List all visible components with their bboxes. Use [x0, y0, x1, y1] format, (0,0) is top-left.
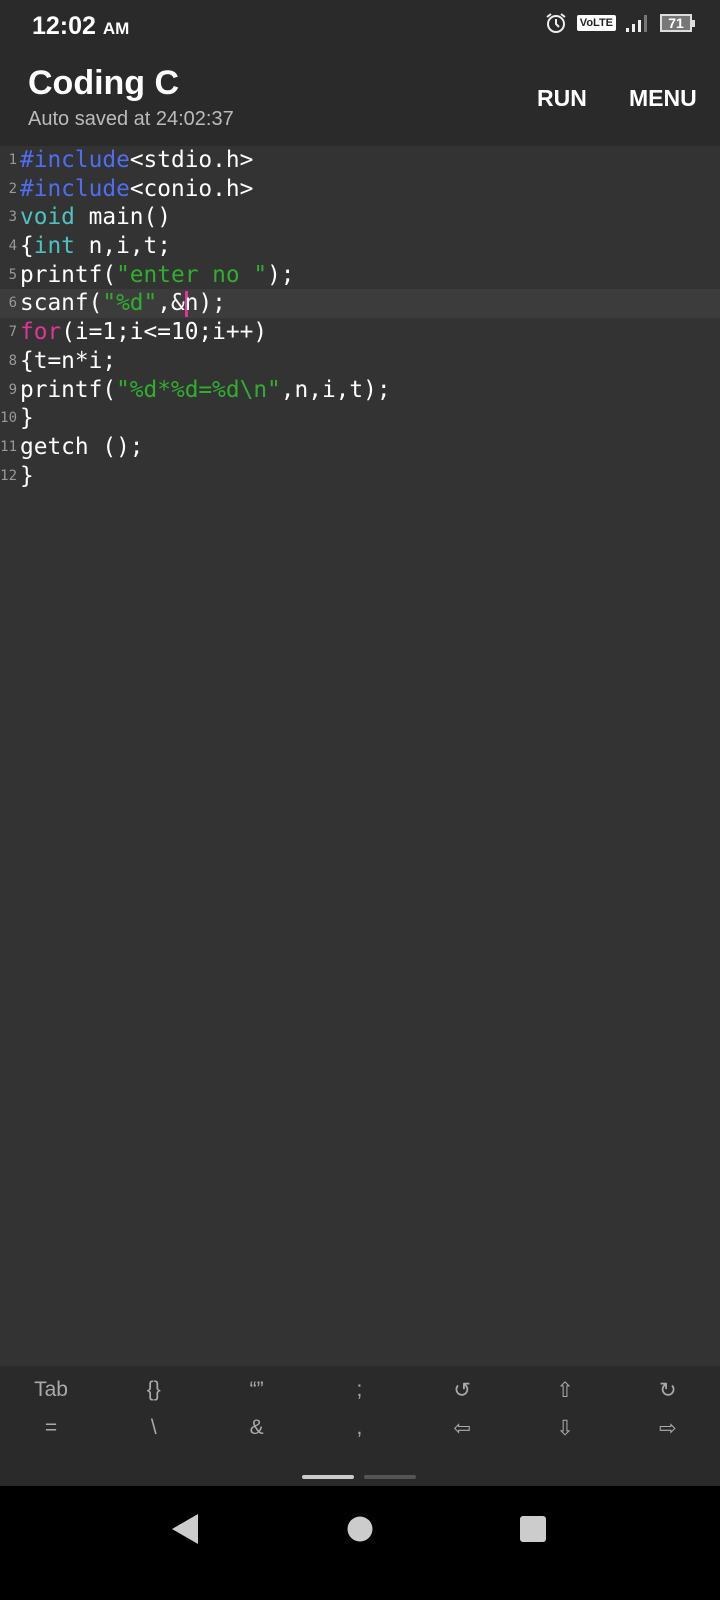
code-token-txt: ); — [267, 261, 295, 288]
code-line[interactable]: 10} — [0, 404, 720, 433]
clock: 12:02 AM — [32, 12, 129, 41]
key-backslash[interactable]: \ — [103, 1416, 205, 1440]
code-line[interactable]: 11 getch (); — [0, 433, 720, 462]
code-editor[interactable]: 1 #include<stdio.h> 2 #include<conio.h> 3 voi… — [0, 146, 720, 1366]
code-line[interactable]: 9 printf("%d*%d=%d\n",n,i,t); — [0, 376, 720, 405]
code-token-txt: ,n,i,t); — [280, 376, 391, 403]
volte-badge: VoLTE — [576, 15, 616, 31]
key-equals[interactable]: = — [0, 1416, 102, 1440]
code-token-txt: printf( — [20, 261, 117, 288]
line-number: 4 — [8, 238, 17, 255]
code-line[interactable]: 4 {int n,i,t; — [0, 232, 720, 261]
code-token-txt: n,i,t; — [74, 233, 171, 260]
key-undo[interactable]: ↺ — [411, 1378, 513, 1403]
code-line[interactable]: 6 scanf("%d",&n); — [0, 289, 720, 319]
code-line[interactable]: 12} — [0, 462, 720, 491]
code-token-txt: <stdio.h> — [129, 147, 254, 173]
code-token-txt: <conio.h> — [129, 175, 254, 202]
run-button[interactable]: RUN — [537, 85, 587, 112]
code-token-ctl: for — [20, 319, 62, 346]
code-token-txt: { — [20, 233, 34, 260]
line-number: 9 — [8, 381, 17, 398]
recents-icon[interactable] — [520, 1516, 546, 1542]
code-token-kw: int — [33, 233, 75, 260]
code-token-str: "%d" — [102, 290, 158, 317]
code-line[interactable]: 1 #include<stdio.h> — [0, 146, 720, 175]
code-token-txt: } — [20, 462, 34, 489]
navigation-bar — [0, 1486, 720, 1600]
key-ampersand[interactable]: & — [206, 1416, 308, 1440]
line-number: 7 — [8, 324, 17, 341]
key-quotes[interactable]: “” — [206, 1378, 308, 1402]
clock-ampm: AM — [102, 19, 130, 38]
key-braces[interactable]: {} — [103, 1378, 205, 1402]
key-comma[interactable]: , — [308, 1416, 410, 1440]
app-header: Coding C Auto saved at 24:02:37 RUN MENU — [0, 50, 720, 146]
battery-icon: 71 — [660, 14, 695, 32]
line-number: 11 — [0, 438, 17, 455]
clock-time: 12:02 — [32, 12, 96, 40]
status-bar: 12:02 AM VoLTE 71 — [0, 0, 720, 50]
code-line[interactable]: 3 void main() — [0, 203, 720, 232]
back-icon[interactable] — [172, 1514, 198, 1544]
key-arrow-right[interactable]: ⇨ — [617, 1416, 719, 1441]
code-line[interactable]: 5 printf("enter no "); — [0, 261, 720, 290]
code-token-txt: } — [20, 405, 34, 432]
code-token-txt: printf( — [20, 376, 117, 403]
code-token-txt: scanf( — [20, 290, 103, 317]
page-indicator — [364, 1475, 416, 1479]
code-token-str: "%d*%d=%d\n" — [116, 376, 281, 403]
code-token-txt: (i=1;i<=10;i++) — [61, 319, 268, 346]
key-arrow-left[interactable]: ⇦ — [411, 1416, 513, 1441]
line-number: 1 — [8, 152, 17, 168]
code-token-pre: #include — [20, 175, 130, 202]
code-line[interactable]: 8 {t=n*i; — [0, 347, 720, 376]
page-title: Coding C — [28, 64, 180, 102]
menu-button[interactable]: MENU — [629, 85, 697, 112]
code-line[interactable]: 2 #include<conio.h> — [0, 175, 720, 204]
code-token-txt: ,& — [157, 290, 185, 317]
line-number: 8 — [8, 352, 17, 369]
page-indicator-active — [302, 1475, 354, 1479]
code-token-kw: void — [20, 204, 75, 231]
key-arrow-down[interactable]: ⇩ — [514, 1416, 616, 1441]
line-number: 5 — [8, 266, 17, 283]
key-shift-up[interactable]: ⇧ — [514, 1378, 616, 1403]
code-token-pre: #include — [20, 147, 130, 173]
line-number: 6 — [8, 295, 17, 312]
line-number: 12 — [0, 467, 17, 484]
home-icon[interactable] — [347, 1516, 373, 1542]
key-semicolon[interactable]: ; — [308, 1378, 410, 1402]
symbol-toolbar: Tab{} “”; ↺ ⇧ ↻ = \ &, ⇦ ⇩ ⇨ — [0, 1366, 720, 1486]
key-redo[interactable]: ↻ — [617, 1378, 719, 1403]
line-number: 10 — [0, 410, 17, 427]
key-tab[interactable]: Tab — [0, 1378, 102, 1402]
code-token-str: "enter no " — [116, 261, 268, 288]
alarm-icon — [546, 13, 566, 33]
code-line[interactable]: 7 for(i=1;i<=10;i++) — [0, 318, 720, 347]
code-token-txt: main() — [74, 204, 171, 231]
signal-icon — [626, 15, 647, 32]
autosave-status: Auto saved at 24:02:37 — [28, 108, 234, 130]
line-number: 2 — [8, 180, 17, 197]
code-token-txt: n); — [184, 290, 226, 317]
code-token-txt: {t=n*i; — [20, 347, 117, 374]
code-token-txt: getch (); — [20, 433, 144, 460]
line-number: 3 — [8, 209, 17, 226]
